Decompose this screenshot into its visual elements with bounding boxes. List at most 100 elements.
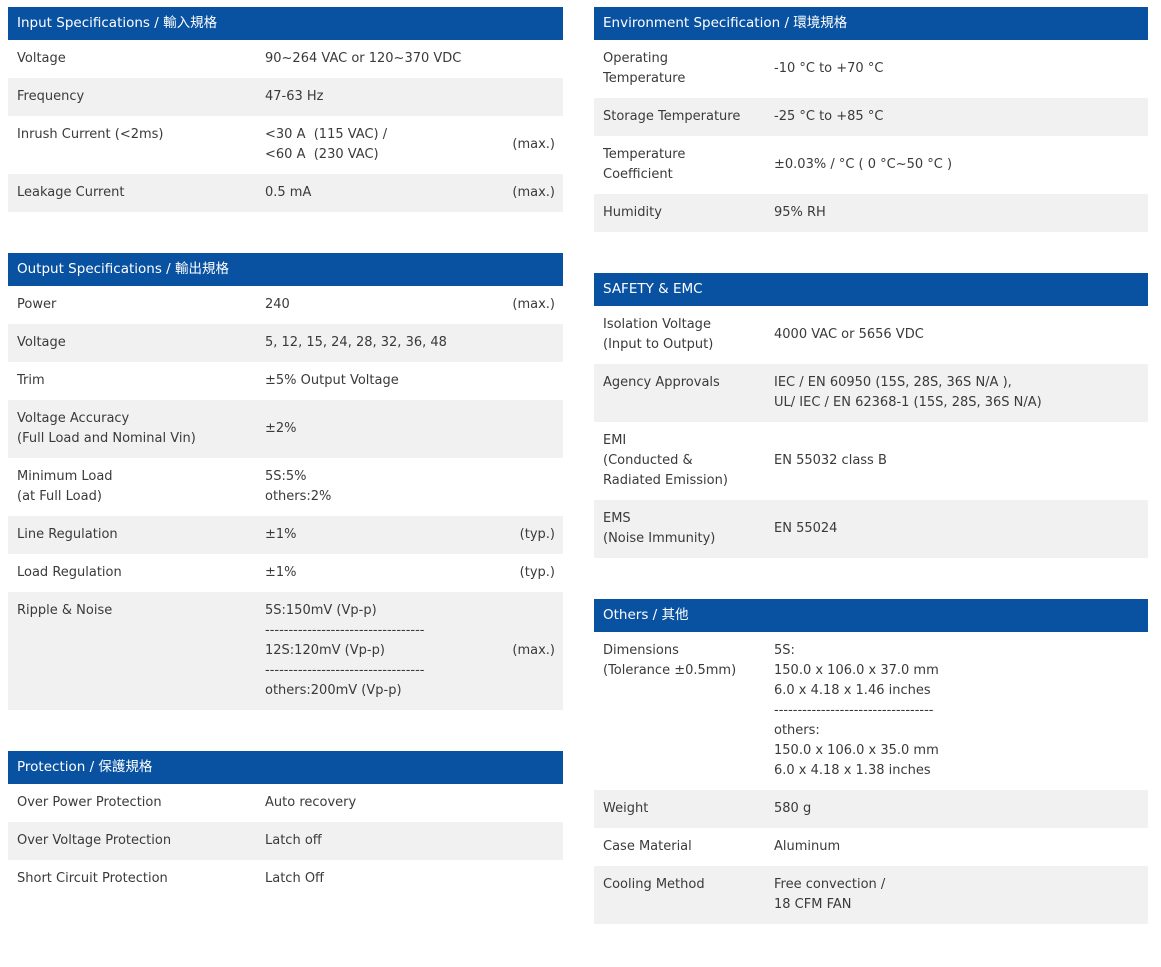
spec-value: Latch off <box>265 822 555 860</box>
table-row: Humidity 95% RH <box>594 194 1148 232</box>
spec-label: Inrush Current (<2ms) <box>17 116 265 174</box>
text-line: ±5% Output Voltage <box>265 371 551 391</box>
text-line: ---------------------------------- <box>265 661 508 681</box>
spec-label: Frequency <box>17 78 265 116</box>
text-line: Frequency <box>17 87 259 107</box>
text-line: Aluminum <box>774 837 1136 857</box>
table-row: Over Power Protection Auto recovery <box>8 784 563 822</box>
text-line: EN 55032 class B <box>774 451 1136 471</box>
section-header: Protection / 保護規格 <box>8 751 563 784</box>
section-header: Others / 其他 <box>594 599 1148 632</box>
section-title: Others / 其他 <box>603 607 689 623</box>
table-body: Power 240 (max.) Voltage 5, 12, 15, 24, … <box>8 286 563 710</box>
spec-value: 240 <box>265 286 512 324</box>
text-line: Auto recovery <box>265 793 551 813</box>
spec-label: OperatingTemperature <box>603 40 774 98</box>
spec-label: Storage Temperature <box>603 98 774 136</box>
table-row: Voltage Accuracy(Full Load and Nominal V… <box>8 400 563 458</box>
spec-note: (max.) <box>512 286 555 324</box>
text-line: 5S: <box>774 641 1136 661</box>
text-line: Ripple & Noise <box>17 601 259 621</box>
spec-label: Short Circuit Protection <box>17 860 265 898</box>
table-row: OperatingTemperature -10 °C to +70 °C <box>594 40 1148 98</box>
spec-value: 580 g <box>774 790 1140 828</box>
section-header: Output Specifications / 輸出規格 <box>8 253 563 286</box>
text-line: 150.0 x 106.0 x 37.0 mm <box>774 661 1136 681</box>
spec-label: Power <box>17 286 265 324</box>
section-header: Environment Specification / 環境規格 <box>594 7 1148 40</box>
text-line: Storage Temperature <box>603 107 768 127</box>
text-line: ±1% <box>265 563 516 583</box>
spec-value: IEC / EN 60950 (15S, 28S, 36S N/A ),UL/ … <box>774 364 1140 422</box>
table-row: Power 240 (max.) <box>8 286 563 324</box>
spec-sheet: Input Specifications / 輸入規格 Voltage 90~2… <box>0 0 1161 965</box>
spec-value: 0.5 mA <box>265 174 512 212</box>
table-row: Minimum Load(at Full Load) 5S:5%others:2… <box>8 458 563 516</box>
spec-label: Over Power Protection <box>17 784 265 822</box>
spec-label: TemperatureCoefficient <box>603 136 774 194</box>
spec-value: Free convection /18 CFM FAN <box>774 866 1140 924</box>
text-line: (Conducted & <box>603 451 768 471</box>
spec-note: (typ.) <box>520 516 555 554</box>
spec-label: Weight <box>603 790 774 828</box>
spec-value: 5S:150.0 x 106.0 x 37.0 mm 6.0 x 4.18 x 1… <box>774 632 1140 790</box>
text-line: others:200mV (Vp-p) <box>265 681 508 701</box>
table-row: Short Circuit Protection Latch Off <box>8 860 563 898</box>
spec-value: 95% RH <box>774 194 1140 232</box>
text-line: UL/ IEC / EN 62368-1 (15S, 28S, 36S N/A) <box>774 393 1136 413</box>
text-line: Dimensions <box>603 641 768 661</box>
text-line: Weight <box>603 799 768 819</box>
text-line: 95% RH <box>774 203 1136 223</box>
table-row: Agency Approvals IEC / EN 60950 (15S, 28… <box>594 364 1148 422</box>
table-row: Dimensions(Tolerance ±0.5mm) 5S:150.0 x … <box>594 632 1148 790</box>
spec-value: ±2% <box>265 400 555 458</box>
section-title: Output Specifications / 輸出規格 <box>17 261 229 277</box>
text-line: Agency Approvals <box>603 373 768 393</box>
text-line: EMI <box>603 431 768 451</box>
text-line: Temperature <box>603 69 768 89</box>
spec-table: Others / 其他 Dimensions(Tolerance ±0.5mm)… <box>594 599 1148 924</box>
spec-label: EMI(Conducted &Radiated Emission) <box>603 422 774 500</box>
text-line: 5S:5% <box>265 467 551 487</box>
text-line: Voltage <box>17 49 259 69</box>
text-line: ±1% <box>265 525 516 545</box>
text-line: ---------------------------------- <box>265 621 508 641</box>
text-line: (Noise Immunity) <box>603 529 768 549</box>
section-title: Input Specifications / 輸入規格 <box>17 15 217 31</box>
spec-label: Minimum Load(at Full Load) <box>17 458 265 516</box>
table-row: EMI(Conducted &Radiated Emission) EN 550… <box>594 422 1148 500</box>
text-line: 4000 VAC or 5656 VDC <box>774 325 1136 345</box>
spec-label: Line Regulation <box>17 516 265 554</box>
text-line: Voltage <box>17 333 259 353</box>
text-line: Minimum Load <box>17 467 259 487</box>
text-line: Load Regulation <box>17 563 259 583</box>
spec-value: 90~264 VAC or 120~370 VDC <box>265 40 555 78</box>
text-line: 240 <box>265 295 508 315</box>
spec-value: Auto recovery <box>265 784 555 822</box>
text-line: Over Power Protection <box>17 793 259 813</box>
table-row: TemperatureCoefficient ±0.03% / °C ( 0 °… <box>594 136 1148 194</box>
text-line: others:2% <box>265 487 551 507</box>
table-row: Line Regulation ±1% (typ.) <box>8 516 563 554</box>
text-line: others: <box>774 721 1136 741</box>
text-line: 6.0 x 4.18 x 1.38 inches <box>774 761 1136 781</box>
spec-label: Ripple & Noise <box>17 592 265 710</box>
spec-label: Leakage Current <box>17 174 265 212</box>
spec-label: Humidity <box>603 194 774 232</box>
text-line: Inrush Current (<2ms) <box>17 125 259 145</box>
section-header: SAFETY & EMC <box>594 273 1148 306</box>
table-body: Isolation Voltage(Input to Output) 4000 … <box>594 306 1148 558</box>
spec-value: 5S:5%others:2% <box>265 458 555 516</box>
table-row: Case Material Aluminum <box>594 828 1148 866</box>
text-line: Over Voltage Protection <box>17 831 259 851</box>
table-row: Voltage 5, 12, 15, 24, 28, 32, 36, 48 <box>8 324 563 362</box>
text-line: Radiated Emission) <box>603 471 768 491</box>
spec-value: -10 °C to +70 °C <box>774 40 1140 98</box>
spec-value: ±0.03% / °C ( 0 °C~50 °C ) <box>774 136 1140 194</box>
table-row: Load Regulation ±1% (typ.) <box>8 554 563 592</box>
section-title: Protection / 保護規格 <box>17 759 152 775</box>
text-line: Free convection / <box>774 875 1136 895</box>
spec-value: EN 55024 <box>774 500 1140 558</box>
spec-value: Aluminum <box>774 828 1140 866</box>
section-title: SAFETY & EMC <box>603 281 703 297</box>
